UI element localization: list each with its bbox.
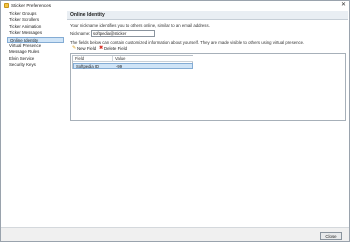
nickname-input[interactable]: [91, 29, 155, 37]
close-button[interactable]: Close: [320, 231, 342, 240]
new-field-label: New Field: [77, 46, 97, 51]
sidebar-item-security-keys[interactable]: Security Keys: [7, 62, 64, 68]
delete-field-label: Delete Field: [104, 46, 127, 51]
sticker-app-icon: [4, 3, 9, 8]
preferences-sidebar: Ticker Groups Ticker Scrollers Ticker An…: [7, 11, 64, 227]
new-field-button[interactable]: ✎New Field: [72, 46, 96, 52]
nickname-label: Nickname:: [70, 31, 91, 36]
fields-table[interactable]: Field Value Softpedia ID -99: [72, 55, 193, 69]
panel-title: Online Identity: [70, 12, 105, 18]
panel-header: Online Identity: [67, 11, 348, 20]
column-header-field[interactable]: Field: [73, 56, 113, 62]
fields-table-panel: Field Value Softpedia ID -99: [70, 53, 346, 121]
dialog-footer: Close: [1, 227, 349, 241]
table-cell-value[interactable]: -99: [114, 64, 194, 69]
window-title: Sticker Preferences: [11, 3, 52, 8]
title-bar: Sticker Preferences ✕: [1, 1, 349, 10]
delete-icon: ✖: [99, 46, 104, 52]
new-field-icon: ✎: [72, 46, 77, 52]
online-identity-panel: Online Identity Your nickname identifies…: [67, 11, 348, 227]
delete-field-button[interactable]: ✖Delete Field: [99, 46, 127, 52]
column-header-value[interactable]: Value: [113, 56, 193, 62]
table-row[interactable]: Softpedia ID -99: [73, 62, 194, 69]
table-cell-field[interactable]: Softpedia ID: [74, 64, 114, 69]
fields-description: The fields below can contain customized …: [70, 40, 305, 45]
close-window-icon[interactable]: ✕: [340, 2, 347, 9]
table-header: Field Value: [73, 56, 193, 62]
nickname-description: Your nickname identifies you to others o…: [70, 23, 210, 28]
preferences-window: Sticker Preferences ✕ Ticker Groups Tick…: [0, 0, 350, 242]
